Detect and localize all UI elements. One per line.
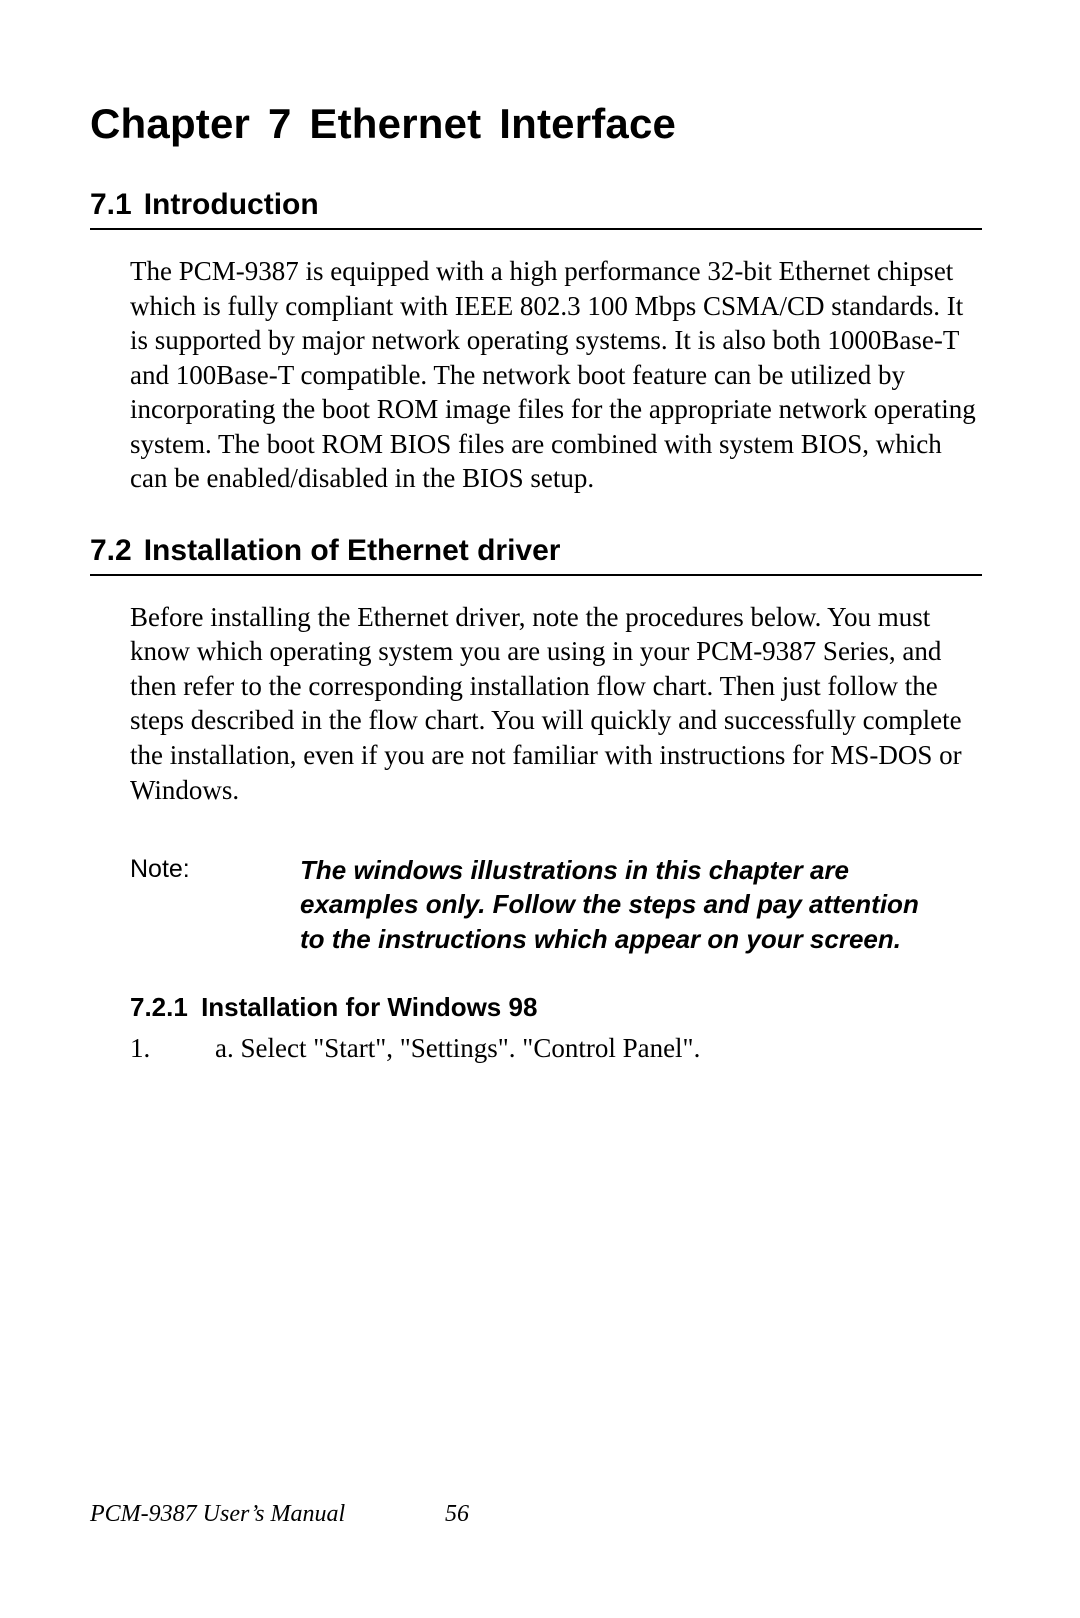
chapter-title: Chapter 7 Ethernet Interface [90,100,980,148]
chapter-number: 7 [268,100,292,147]
document-page: Chapter 7 Ethernet Interface 7.1 Introduc… [0,0,1080,1618]
step-row-1: 1. a. Select "Start", "Settings". "Contr… [130,1033,980,1064]
section-title: Introduction [144,188,319,221]
note-label: Note: [130,853,300,956]
page-footer: PCM-9387 User’s Manual 56 [90,1501,469,1528]
chapter-name: Ethernet Interface [309,100,676,147]
subsection-number: 7.2.1 [130,992,188,1022]
note-text: The windows illustrations in this chapte… [300,853,940,956]
step-text: a. Select "Start", "Settings". "Control … [215,1033,700,1064]
section-heading-7-1: 7.1 Introduction [90,188,982,230]
subsection-heading-7-2-1: 7.2.1 Installation for Windows 98 [130,992,980,1023]
footer-manual-title: PCM-9387 User’s Manual [90,1501,445,1528]
footer-page-number: 56 [445,1501,469,1528]
section-number: 7.2 [90,534,132,567]
section-7-2-body: Before installing the Ethernet driver, n… [130,600,980,807]
section-title: Installation of Ethernet driver [144,534,561,567]
spacer [90,496,980,534]
section-heading-7-2: 7.2 Installation of Ethernet driver [90,534,982,576]
note-block: Note: The windows illustrations in this … [130,853,980,956]
step-number: 1. [130,1033,215,1064]
section-number: 7.1 [90,188,132,221]
section-7-1-body: The PCM-9387 is equipped with a high per… [130,254,980,496]
subsection-title: Installation for Windows 98 [201,992,537,1022]
chapter-label: Chapter [90,100,250,147]
